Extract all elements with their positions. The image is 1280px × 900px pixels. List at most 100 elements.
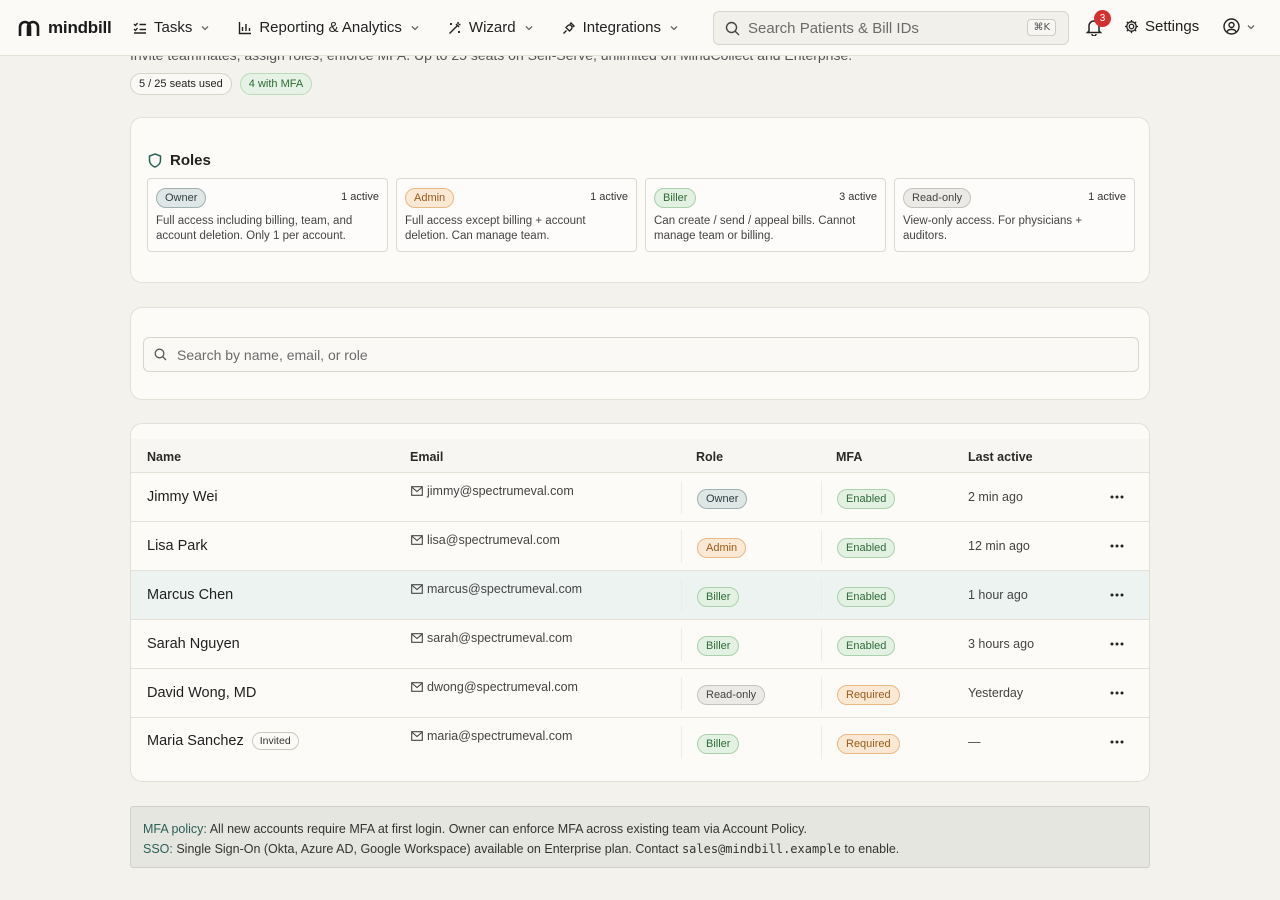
role-pill: Biller bbox=[697, 734, 740, 754]
column-divider bbox=[821, 481, 822, 514]
column-divider bbox=[821, 677, 822, 710]
member-role: Admin bbox=[697, 538, 747, 558]
member-last-active: 2 min ago bbox=[968, 490, 1023, 504]
role-description: Can create / send / appeal bills. Cannot… bbox=[654, 215, 856, 242]
role-pill: Owner bbox=[697, 489, 748, 509]
sso-policy-line: SSO: Single Sign-On (Okta, Azure AD, Goo… bbox=[143, 839, 1137, 859]
chevron-down-icon bbox=[411, 25, 419, 30]
table-header: Name Email Role MFA Last active bbox=[131, 439, 1149, 473]
table-row[interactable]: Marcus Chen marcus@spectrumeval.com Bill… bbox=[131, 571, 1149, 620]
member-mfa: Enabled bbox=[837, 538, 896, 558]
member-search-card bbox=[130, 307, 1150, 400]
table-row[interactable]: David Wong, MD dwong@spectrumeval.com Re… bbox=[131, 669, 1149, 718]
nav-tasks-label: Tasks bbox=[154, 19, 193, 36]
member-last-active: 3 hours ago bbox=[968, 637, 1035, 651]
member-email: dwong@spectrumeval.com bbox=[411, 680, 578, 694]
shield-icon bbox=[148, 153, 162, 168]
sales-email-link[interactable]: sales@mindbill.example bbox=[682, 842, 841, 856]
roles-title: Roles bbox=[170, 152, 211, 169]
member-last-active: 1 hour ago bbox=[968, 588, 1028, 602]
settings-button[interactable]: Settings bbox=[1124, 18, 1199, 35]
brand-name: mindbill bbox=[48, 17, 112, 37]
mail-icon bbox=[411, 682, 423, 692]
member-email-text: marcus@spectrumeval.com bbox=[427, 582, 583, 596]
chevron-down-icon bbox=[1247, 24, 1255, 29]
gear-icon bbox=[1124, 19, 1139, 34]
nav-reporting-label: Reporting & Analytics bbox=[259, 19, 402, 36]
user-menu[interactable] bbox=[1223, 18, 1256, 35]
mfa-status-pill: Enabled bbox=[837, 489, 896, 509]
table-row[interactable]: Sarah Nguyen sarah@spectrumeval.com Bill… bbox=[131, 620, 1149, 669]
nav-wizard-label: Wizard bbox=[468, 19, 516, 36]
member-email: sarah@spectrumeval.com bbox=[411, 631, 572, 645]
mail-icon bbox=[411, 535, 423, 545]
role-active-count: 3 active bbox=[839, 191, 877, 203]
member-mfa: Enabled bbox=[837, 587, 896, 607]
mail-icon bbox=[411, 486, 423, 496]
plug-icon bbox=[562, 21, 575, 34]
member-name: Lisa Park bbox=[147, 538, 208, 554]
member-email-text: jimmy@spectrumeval.com bbox=[427, 484, 574, 498]
role-pill: Admin bbox=[697, 538, 747, 558]
member-last-active: 12 min ago bbox=[968, 539, 1030, 553]
global-search[interactable]: ⌘K bbox=[713, 11, 1069, 45]
member-role: Biller bbox=[697, 636, 740, 656]
role-pill-owner: Owner bbox=[156, 188, 207, 208]
mindbill-logo-icon bbox=[18, 20, 40, 36]
role-pill-read-only: Read-only bbox=[903, 188, 972, 208]
role-pill: Read-only bbox=[697, 685, 766, 705]
nav-reporting-analytics[interactable]: Reporting & Analytics bbox=[238, 19, 420, 36]
role-pill-admin: Admin bbox=[405, 188, 455, 208]
role-active-count: 1 active bbox=[1088, 191, 1126, 203]
member-name: Marcus Chen bbox=[147, 587, 234, 603]
member-last-active: Yesterday bbox=[968, 686, 1024, 700]
bar-chart-icon bbox=[239, 21, 252, 34]
more-actions-icon[interactable] bbox=[1109, 490, 1125, 504]
member-search-input[interactable] bbox=[177, 346, 1138, 363]
column-divider bbox=[821, 628, 822, 661]
table-row[interactable]: Jimmy Wei jimmy@spectrumeval.com Owner E… bbox=[131, 473, 1149, 522]
nav-tasks[interactable]: Tasks bbox=[133, 19, 210, 36]
role-pill: Biller bbox=[697, 636, 740, 656]
chevron-down-icon bbox=[525, 25, 533, 30]
member-search[interactable] bbox=[143, 337, 1139, 372]
search-icon bbox=[154, 348, 167, 361]
global-search-input[interactable] bbox=[748, 19, 1068, 37]
usage-chips: 5 / 25 seats used 4 with MFA bbox=[130, 73, 320, 95]
more-actions-icon[interactable] bbox=[1109, 686, 1125, 700]
more-actions-icon[interactable] bbox=[1109, 637, 1125, 651]
more-actions-icon[interactable] bbox=[1109, 735, 1125, 749]
nav-integrations[interactable]: Integrations bbox=[562, 19, 679, 36]
column-header-mfa: MFA bbox=[836, 450, 863, 464]
table-row[interactable]: Lisa Park lisa@spectrumeval.com Admin En… bbox=[131, 522, 1149, 571]
member-email: jimmy@spectrumeval.com bbox=[411, 484, 574, 498]
sso-text: Single Sign-On (Okta, Azure AD, Google W… bbox=[172, 842, 682, 856]
more-actions-icon[interactable] bbox=[1109, 539, 1125, 553]
brand-logo[interactable]: mindbill bbox=[18, 18, 118, 38]
role-card-owner: Owner 1 active Full access including bil… bbox=[147, 178, 388, 252]
nav-wizard[interactable]: Wizard bbox=[448, 19, 534, 36]
mfa-status-pill: Enabled bbox=[837, 538, 896, 558]
mfa-status-pill: Required bbox=[837, 685, 900, 705]
more-actions-icon[interactable] bbox=[1109, 588, 1125, 602]
member-mfa: Enabled bbox=[837, 636, 896, 656]
column-divider bbox=[681, 481, 682, 514]
member-email-text: dwong@spectrumeval.com bbox=[427, 680, 578, 694]
column-divider bbox=[681, 530, 682, 563]
search-shortcut-hint: ⌘K bbox=[1027, 19, 1056, 36]
role-description: Full access including billing, team, and… bbox=[156, 215, 353, 242]
column-divider bbox=[681, 628, 682, 661]
member-mfa: Required bbox=[837, 734, 900, 754]
team-members-table: Name Email Role MFA Last active Jimmy We… bbox=[130, 423, 1150, 782]
table-row[interactable]: Maria Sanchez Invited maria@spectrumeval… bbox=[131, 718, 1149, 767]
member-name: Sarah Nguyen bbox=[147, 636, 240, 652]
main-nav: Tasks Reporting & Analytics Wizard Integ… bbox=[133, 19, 707, 36]
mfa-policy-label: MFA policy: bbox=[143, 822, 207, 836]
column-header-email: Email bbox=[410, 450, 444, 464]
chevron-down-icon bbox=[670, 25, 678, 30]
column-divider bbox=[821, 579, 822, 612]
member-mfa: Enabled bbox=[837, 489, 896, 509]
user-avatar-icon bbox=[1223, 18, 1240, 35]
roles-heading: Roles bbox=[148, 152, 211, 169]
member-email: marcus@spectrumeval.com bbox=[411, 582, 582, 596]
